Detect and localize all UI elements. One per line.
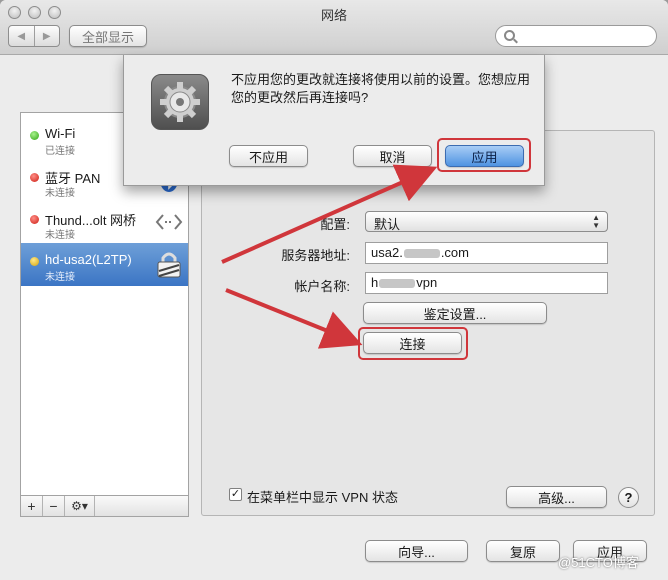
arrow-to-apply [221, 164, 438, 264]
network-preferences-window: 网络 ◀ ▶ 全部显示 Wi-Fi 已连接 蓝牙 PAN 未连接 Thund..… [0, 0, 668, 580]
arrow-to-connect [225, 288, 363, 349]
watermark: @51CTO博客 [558, 555, 639, 570]
annotation-arrows [221, 164, 438, 349]
